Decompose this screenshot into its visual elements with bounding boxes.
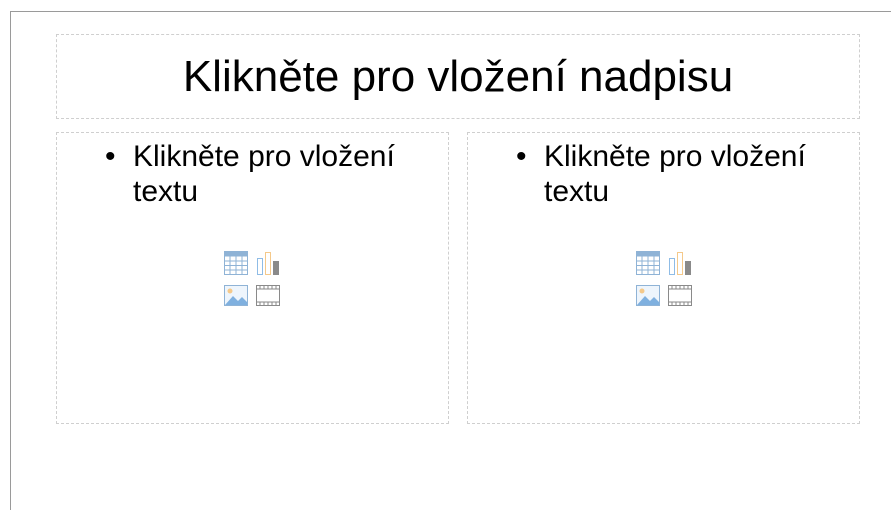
title-placeholder-text: Klikněte pro vložení nadpisu bbox=[182, 51, 734, 101]
insert-video-icon bbox=[256, 285, 280, 306]
insert-chart-icon bbox=[257, 252, 279, 275]
insert-table-icon bbox=[636, 251, 660, 275]
insert-image-icon bbox=[636, 285, 660, 306]
content-placeholder-left[interactable]: • Klikněte pro vložení textu bbox=[56, 132, 449, 424]
bullet-marker: • bbox=[516, 140, 527, 173]
insert-video-icon bbox=[668, 285, 692, 306]
insert-object-grid bbox=[221, 248, 283, 310]
insert-image-icon bbox=[224, 285, 248, 306]
slide-canvas: Klikněte pro vložení nadpisu • Klikněte … bbox=[10, 11, 891, 510]
insert-object-grid bbox=[633, 248, 695, 310]
bullet-item: • Klikněte pro vložení textu bbox=[516, 139, 856, 209]
bullet-text: Klikněte pro vložení textu bbox=[544, 140, 806, 208]
insert-table-icon bbox=[224, 251, 248, 275]
title-placeholder[interactable]: Klikněte pro vložení nadpisu bbox=[56, 34, 860, 119]
insert-table-button[interactable] bbox=[221, 248, 251, 278]
content-placeholder-right[interactable]: • Klikněte pro vložení textu bbox=[467, 132, 860, 424]
bullet-text: Klikněte pro vložení textu bbox=[133, 140, 395, 208]
bullet-item: • Klikněte pro vložení textu bbox=[105, 139, 445, 209]
insert-chart-button[interactable] bbox=[253, 248, 283, 278]
insert-video-button[interactable] bbox=[665, 280, 695, 310]
insert-table-button[interactable] bbox=[633, 248, 663, 278]
insert-image-button[interactable] bbox=[221, 280, 251, 310]
insert-image-button[interactable] bbox=[633, 280, 663, 310]
insert-chart-icon bbox=[669, 252, 691, 275]
insert-video-button[interactable] bbox=[253, 280, 283, 310]
insert-chart-button[interactable] bbox=[665, 248, 695, 278]
bullet-marker: • bbox=[105, 140, 116, 173]
